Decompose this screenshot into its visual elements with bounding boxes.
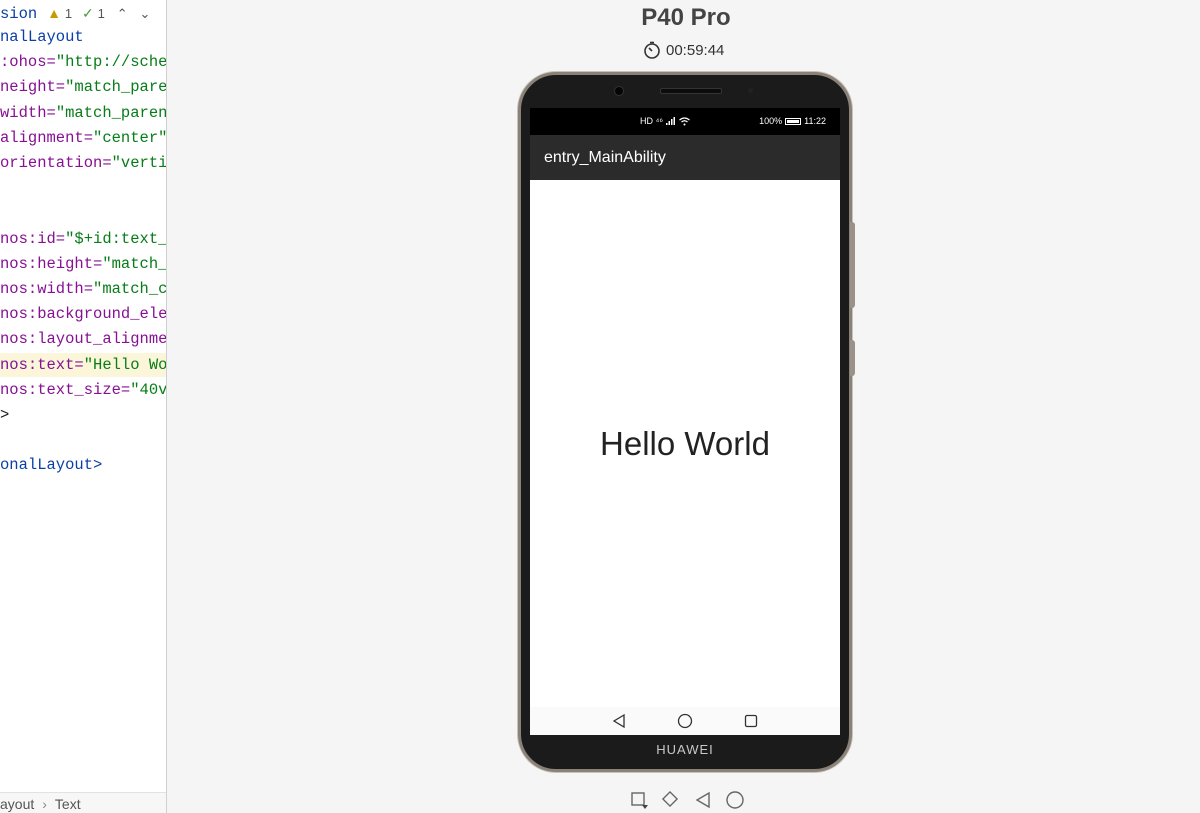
app-content: Hello World [530,180,840,707]
system-nav-bar [530,707,840,735]
code-token: nos:height= [0,254,103,273]
code-line[interactable]: width="match_paren [0,101,166,125]
timer-text: 00:59:44 [666,41,725,59]
code-token: alignment= [0,128,94,147]
code-token: "match_paren [55,103,167,122]
breadcrumb-item-text[interactable]: Text [55,796,81,812]
code-line[interactable]: nalLayout [0,25,166,49]
volume-button [850,222,855,308]
editor-inspection-bar: sion ▲ 1 ✓ 1 ⌃ ⌄ [0,0,166,26]
code-line[interactable]: onalLayout> [0,453,166,477]
code-token: neight= [0,78,66,97]
code-token: nos:text= [0,355,84,374]
battery-icon [785,117,802,125]
session-timer: 00:59:44 [643,38,724,62]
check-count: 1 [97,6,105,21]
code-token: "Hello Wo [83,355,167,374]
nav-home-icon[interactable] [677,713,693,729]
breadcrumb-item-layout[interactable]: ayout [0,796,34,812]
hello-text: Hello World [600,425,770,462]
code-line[interactable]: alignment="center" [0,126,166,150]
code-token: "match_pare [65,78,167,97]
earpiece-speaker [660,88,722,94]
proximity-sensor [748,88,753,93]
warning-icon[interactable]: ▲ [47,5,61,21]
code-token: "center" [93,128,167,147]
app-title: entry_MainAbility [544,149,666,166]
code-token: nos:width= [0,280,94,298]
screenshot-icon[interactable] [628,789,650,811]
code-token: nalLayout [0,28,84,46]
wifi-icon [679,116,690,125]
code-line[interactable]: nos:layout_alignme [0,327,166,351]
code-editor[interactable]: sion ▲ 1 ✓ 1 ⌃ ⌄ nalLayout :ohos="http://… [0,0,167,813]
code-token: "verti [111,154,167,172]
code-line[interactable]: nos:height="match_ [0,252,166,276]
code-token: nos:layout_alignme [0,330,167,349]
code-token: orientation= [0,154,112,172]
battery-percent: 100% [759,116,783,126]
code-token: width= [0,103,56,122]
code-token: nos:background_ele [0,305,167,324]
code-token: "40v [130,380,167,399]
code-line[interactable]: nos:width="match_c [0,277,166,301]
code-token: "match_c [93,280,167,298]
warning-count: 1 [64,6,73,21]
network-text: HD ⁴⁶ [640,116,664,126]
code-line[interactable]: orientation="verti [0,151,166,175]
code-token: nos:id= [0,229,66,248]
code-line[interactable]: > [0,403,166,427]
back-icon[interactable] [692,789,714,811]
app-bar: entry_MainAbility [530,135,840,180]
preview-toolbar [628,788,746,812]
code-line[interactable]: neight="match_pare [0,75,166,99]
signal-icon [666,117,676,125]
editor-context-text: sion [0,5,38,23]
code-line[interactable]: nos:background_ele [0,302,166,326]
phone-screen[interactable]: HD ⁴⁶ 100% 11:22 entry_MainAbility Hello… [530,108,840,735]
code-line[interactable]: :ohos="http://sche [0,50,166,74]
code-token: "http://sche [55,53,167,72]
breadcrumb-separator: › [42,796,47,812]
code-token: "$+id:text_ [65,229,167,248]
code-token: nos:text_size= [0,380,131,399]
chevron-down-icon[interactable]: ⌄ [140,6,151,21]
rotate-icon[interactable] [660,789,682,811]
code-token: :ohos= [0,53,56,72]
device-name: P40 Pro [641,4,731,31]
power-button [850,340,855,376]
nav-back-icon[interactable] [611,713,627,729]
code-token: onalLayout> [0,456,103,475]
code-line[interactable] [0,201,166,225]
front-camera [614,86,624,96]
brand-logo-text: HUAWEI [656,742,714,757]
code-token: > [0,406,10,424]
code-line[interactable]: nos:id="$+id:text_ [0,227,166,251]
nav-recents-icon[interactable] [743,713,759,729]
code-line[interactable] [0,428,166,452]
check-icon[interactable]: ✓ [82,5,94,21]
breadcrumb: ayout › Text [0,792,166,813]
home-icon[interactable] [724,789,746,811]
code-line[interactable]: nos:text_size="40v [0,378,166,402]
code-line[interactable]: nos:text="Hello Wo [0,352,167,377]
chevron-up-icon[interactable]: ⌃ [117,6,128,21]
clock-text: 11:22 [804,116,826,126]
stopwatch-icon [644,41,660,59]
code-token: "match_ [102,254,167,273]
code-line[interactable] [0,176,166,200]
status-bar: HD ⁴⁶ 100% 11:22 [530,108,840,135]
